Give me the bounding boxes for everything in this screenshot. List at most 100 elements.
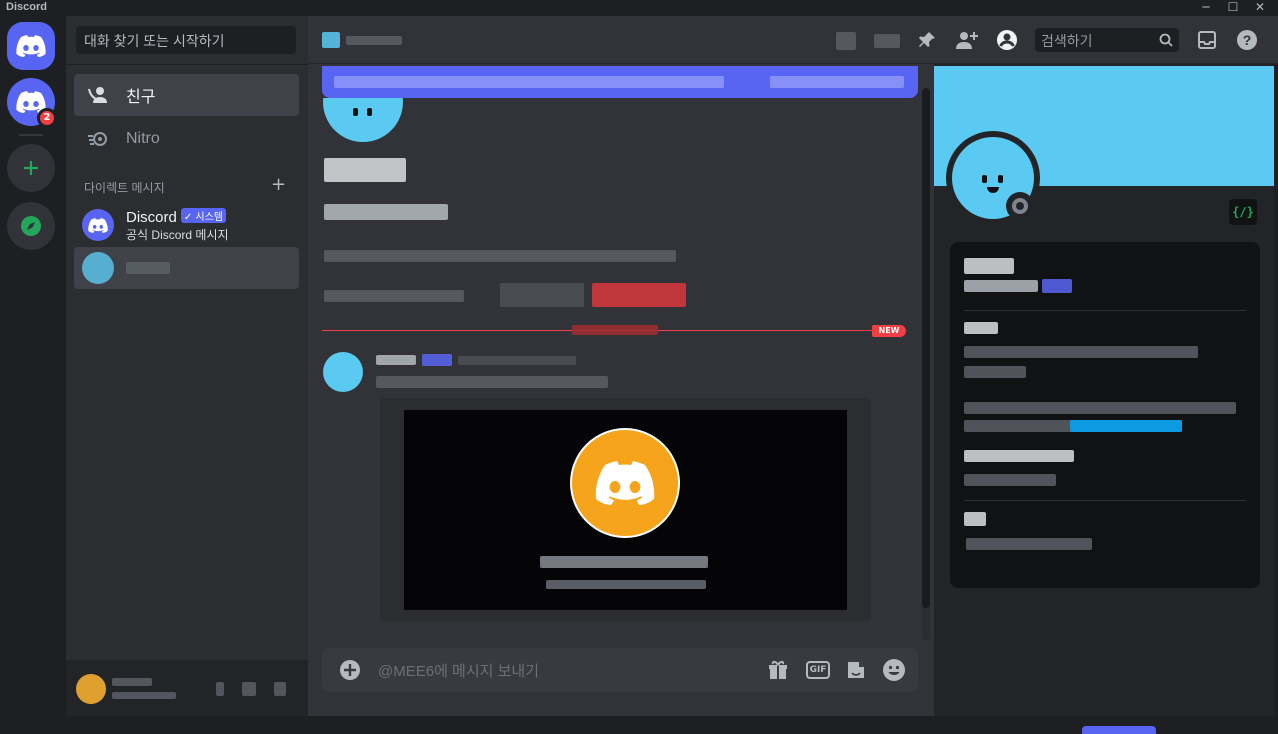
redacted-name [126,262,170,274]
gif-button[interactable]: GIF [805,658,831,682]
redacted-channel-name [346,36,402,45]
embed-logo [570,428,680,538]
message-composer[interactable]: @MEE6에 메시지 보내기 GIF [322,648,918,692]
avatar [82,252,114,284]
redacted-banner-text [334,76,724,88]
discord-logo-icon [16,35,46,57]
friends-icon [86,83,110,107]
redacted-about-line1 [964,346,1198,358]
explore-servers-button[interactable] [7,202,55,250]
redacted-mutual-text [324,290,464,302]
dm-subtitle: 공식 Discord 메시지 [126,228,229,242]
dm-item-mee6[interactable] [74,247,299,289]
divider [964,310,1246,311]
system-tag: ✓ 시스템 [180,208,227,223]
redacted-about-title [964,322,998,334]
inbox-icon[interactable] [1195,28,1219,52]
divider [964,500,1246,501]
redacted-profile-link[interactable] [1070,420,1182,432]
bottom-strip [0,716,1278,734]
plus-icon [24,161,38,175]
redacted-note-input[interactable] [966,538,1092,550]
dm-sidebar: 대화 찾기 또는 시작하기 친구 Nitro 다이렉트 메시지 + Discor… [66,16,308,716]
gif-label: GIF [805,661,831,679]
notice-banner[interactable] [322,66,918,98]
redacted-status [112,692,176,699]
developer-badge[interactable]: {/} [1229,199,1257,225]
redacted-timestamp [458,356,576,365]
nav-nitro-label: Nitro [126,130,160,147]
add-server-button[interactable] [7,144,55,192]
redacted-intro-text [324,250,676,262]
notification-badge: 2 [37,108,57,128]
mic-icon[interactable] [216,682,224,696]
server-icon-bot[interactable]: 2 [7,78,57,128]
maximize-button[interactable]: ☐ [1221,0,1245,16]
redacted-about-line2 [964,366,1026,378]
redacted-message-text [376,376,608,388]
search-placeholder: 검색하기 [1041,33,1093,49]
search-icon [1159,33,1173,47]
chat-header: 검색하기 ? [308,16,1278,64]
redacted-note-title [964,512,986,526]
discord-logo-icon [595,461,655,505]
window-titlebar: Discord ─ ☐ ✕ [0,0,1278,16]
redacted-embed-subtitle [546,580,706,589]
minimize-button[interactable]: ─ [1194,0,1218,16]
headphones-icon[interactable] [242,682,256,696]
discord-logo-icon [88,217,108,233]
server-rail: 2 [0,16,66,716]
user-panel [66,660,308,716]
chat-scrollbar-thumb[interactable] [922,88,930,608]
gear-icon[interactable] [274,682,286,696]
redacted-author[interactable] [376,355,416,365]
call-icon[interactable] [836,32,856,50]
dm-item-discord[interactable]: Discord ✓ 시스템 공식 Discord 메시지 [74,204,299,246]
channel-avatar [322,32,340,48]
pin-icon[interactable] [915,28,939,52]
add-friend-icon[interactable] [955,28,979,52]
redacted-embed-title [540,556,708,568]
nav-friends-label: 친구 [126,89,156,106]
new-badge: NEW [872,325,906,337]
redacted-banner-link[interactable] [770,76,904,88]
dm-search-input[interactable]: 대화 찾기 또는 시작하기 [76,26,296,54]
bot-tag [1042,279,1072,293]
topbar-search-input[interactable]: 검색하기 [1035,28,1179,52]
help-icon[interactable]: ? [1235,28,1259,52]
avatar[interactable] [76,674,106,704]
redacted-block-button[interactable] [592,283,686,307]
redacted-member-since-date [964,474,1056,486]
gift-icon[interactable] [766,658,790,682]
redacted-action-button[interactable] [500,283,584,307]
dm-section-header: 다이렉트 메시지 [84,181,165,195]
redacted-profile-name [964,258,1014,274]
home-button[interactable] [7,22,55,70]
redacted-bot-handle [324,204,448,220]
nav-nitro[interactable]: Nitro [74,118,299,160]
redacted-member-since-title [964,450,1074,462]
update-pill[interactable] [1082,726,1156,734]
profile-toggle-icon[interactable] [995,28,1019,52]
svg-text:?: ? [1243,32,1252,48]
video-icon[interactable] [874,34,900,48]
redacted-bot-name [324,158,406,182]
status-offline-icon [1006,192,1034,220]
nitro-icon [86,127,110,151]
window-title: Discord [6,1,47,13]
redacted-about-line3 [964,402,1236,414]
nav-friends[interactable]: 친구 [74,74,299,116]
attach-plus-icon[interactable] [338,658,362,682]
avatar[interactable] [323,352,363,392]
redacted-profile-handle [964,280,1038,292]
dm-name: Discord [126,209,177,226]
redacted-date [572,325,658,335]
compass-icon [21,216,41,236]
emoji-icon[interactable] [882,658,906,682]
sticker-icon[interactable] [844,658,868,682]
divider [66,64,308,65]
avatar [82,209,114,241]
create-dm-button[interactable]: + [271,174,286,195]
close-button[interactable]: ✕ [1248,0,1272,16]
bot-tag [422,354,452,366]
